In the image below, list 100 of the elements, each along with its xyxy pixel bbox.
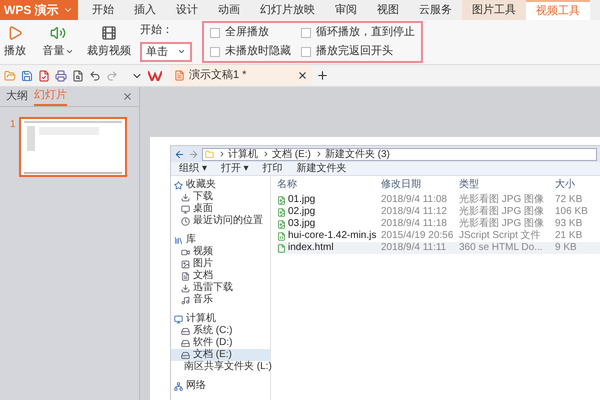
print-icon[interactable]	[55, 70, 67, 82]
nav-item[interactable]: 音乐	[171, 294, 270, 306]
nav-icon	[181, 272, 190, 280]
nav-icon	[181, 248, 190, 256]
file-cell: 72 KB	[555, 194, 582, 206]
document-tab[interactable]: 演示文稿1 *	[170, 65, 312, 86]
option-checkbox[interactable]: 循环播放，直到停止	[301, 24, 415, 41]
film-icon	[101, 24, 117, 41]
ribbon-tab[interactable]: 动画	[208, 0, 250, 20]
new-tab-icon[interactable]	[316, 69, 329, 82]
file-icon	[277, 232, 286, 240]
file-icon	[277, 220, 286, 228]
nav-item[interactable]: 迅雷下载	[171, 282, 270, 294]
file-row[interactable]: 02.jpg 2018/9/4 11:12 光影看图 JPG 图像 106 KB	[277, 206, 600, 218]
address-bar[interactable]: 计算机 文档 (E:) 新建文件夹 (3)	[202, 148, 597, 160]
nav-item[interactable]: 下载	[171, 191, 270, 203]
file-row[interactable]: hui-core-1.42-min.js 2015/4/19 20:56 JScript Script 文件 21 KB	[277, 230, 600, 242]
file-cell-text: 光影看图 JPG 图像	[459, 218, 544, 230]
file-icon	[277, 208, 286, 216]
toolbar-button[interactable]: 新建文件夹	[296, 162, 347, 174]
undo-icon[interactable]	[89, 70, 101, 82]
nav-item[interactable]: 图片	[171, 258, 270, 270]
nav-item[interactable]: 网络	[171, 380, 270, 392]
slide-thumbnail[interactable]	[18, 117, 127, 177]
slide-number: 1	[10, 118, 16, 132]
document-icon[interactable]	[38, 70, 50, 82]
panel-tab[interactable]: 大纲	[6, 88, 28, 105]
breadcrumb-item[interactable]: 计算机	[228, 148, 258, 160]
save-icon[interactable]	[21, 70, 33, 82]
nav-icon	[181, 296, 190, 304]
toolbar-button[interactable]: 组织 ▾	[179, 162, 207, 174]
file-icon	[277, 244, 286, 252]
ribbon-tab[interactable]: 云服务	[409, 0, 462, 20]
nav-item[interactable]: 南区共享文件夹 (L:)	[171, 361, 270, 373]
file-cell: 2018/9/4 11:12	[381, 206, 447, 218]
file-row[interactable]: 01.jpg 2018/9/4 11:08 光影看图 JPG 图像 72 KB	[277, 194, 600, 206]
play-button[interactable]: 播放	[0, 20, 30, 64]
play-icon	[7, 24, 23, 41]
nav-icon	[181, 350, 190, 360]
close-icon[interactable]	[297, 70, 308, 81]
preview-icon[interactable]	[72, 70, 84, 82]
file-cell: 2018/9/4 11:11	[381, 242, 446, 254]
nav-item[interactable]: 软件 (D:)	[171, 337, 270, 349]
column-header[interactable]: 大小	[555, 179, 597, 191]
nav-item[interactable]: 计算机	[171, 313, 270, 325]
file-cell: JScript Script 文件	[459, 230, 541, 242]
nav-item[interactable]: 最近访问的位置	[171, 215, 270, 227]
file-cell-text: 光影看图 JPG 图像	[459, 194, 544, 206]
file-icon	[277, 196, 286, 204]
file-cell-text: 光影看图 JPG 图像	[459, 206, 544, 218]
ribbon-tab[interactable]: 幻灯片放映	[250, 0, 325, 20]
nav-item[interactable]: 收藏夹	[171, 179, 270, 191]
nav-icon	[174, 236, 183, 244]
column-header[interactable]: 修改日期	[381, 179, 459, 191]
nav-item[interactable]: 库	[171, 234, 270, 246]
nav-icon	[174, 314, 183, 324]
nav-icon	[181, 260, 190, 268]
volume-button[interactable]: 音量	[36, 20, 80, 64]
nav-item[interactable]: 桌面	[171, 203, 270, 215]
start-dropdown[interactable]: 单击	[140, 42, 192, 62]
nav-item[interactable]: 系统 (C:)	[171, 325, 270, 337]
folder-icon	[205, 150, 214, 158]
column-header[interactable]: 类型	[459, 179, 555, 191]
ribbon-tab[interactable]: 开始	[82, 0, 124, 20]
column-header[interactable]: 名称	[277, 179, 381, 191]
nav-icon	[181, 204, 190, 214]
nav-icon	[181, 338, 190, 348]
breadcrumb-item[interactable]: 文档 (E:)	[272, 148, 311, 160]
ribbon-tab[interactable]: 审阅	[325, 0, 367, 20]
nav-icon	[181, 192, 190, 202]
nav-item[interactable]: 文档 (E:)	[171, 349, 270, 361]
file-cell: 93 KB	[555, 218, 582, 230]
file-cell: 106 KB	[555, 206, 588, 218]
nav-item[interactable]: 视频	[171, 246, 270, 258]
toolbar-button[interactable]: 打开 ▾	[220, 162, 249, 174]
nav-icon	[181, 326, 190, 336]
file-cell: 02.jpg	[288, 206, 316, 218]
option-checkbox[interactable]: 全屏播放	[210, 24, 291, 41]
file-cell: 03.jpg	[288, 218, 316, 230]
back-icon[interactable]	[174, 148, 185, 160]
nav-item[interactable]: 文档	[171, 270, 270, 282]
ribbon-tab[interactable]: 视图	[367, 0, 409, 20]
start-label: 开始：	[140, 23, 174, 38]
crop-video-button[interactable]: 裁剪视频	[84, 20, 134, 64]
file-cell: index.html	[288, 242, 334, 254]
file-cell: 360 se HTML Do...	[459, 242, 543, 254]
breadcrumb-item[interactable]: 新建文件夹 (3)	[324, 148, 390, 160]
ribbon-tab[interactable]: 设计	[166, 0, 208, 20]
file-row[interactable]: index.html 2018/9/4 11:11 360 se HTML Do... 9 KB	[277, 242, 600, 254]
file-cell: 21 KB	[555, 230, 582, 242]
ribbon-tab[interactable]: 图片工具	[462, 0, 526, 20]
option-checkbox[interactable]: 未播放时隐藏	[210, 43, 291, 60]
option-checkbox[interactable]: 播放完返回开头	[301, 43, 415, 60]
file-cell: 9 KB	[555, 242, 577, 254]
ribbon-tab[interactable]: 插入	[124, 0, 166, 20]
file-row[interactable]: 03.jpg 2018/9/4 11:18 光影看图 JPG 图像 93 KB	[277, 218, 600, 230]
volume-icon	[50, 24, 66, 41]
toolbar-button[interactable]: 打印	[262, 162, 283, 174]
file-cell: 2015/4/19 20:56	[381, 230, 454, 242]
nav-icon	[174, 180, 183, 190]
